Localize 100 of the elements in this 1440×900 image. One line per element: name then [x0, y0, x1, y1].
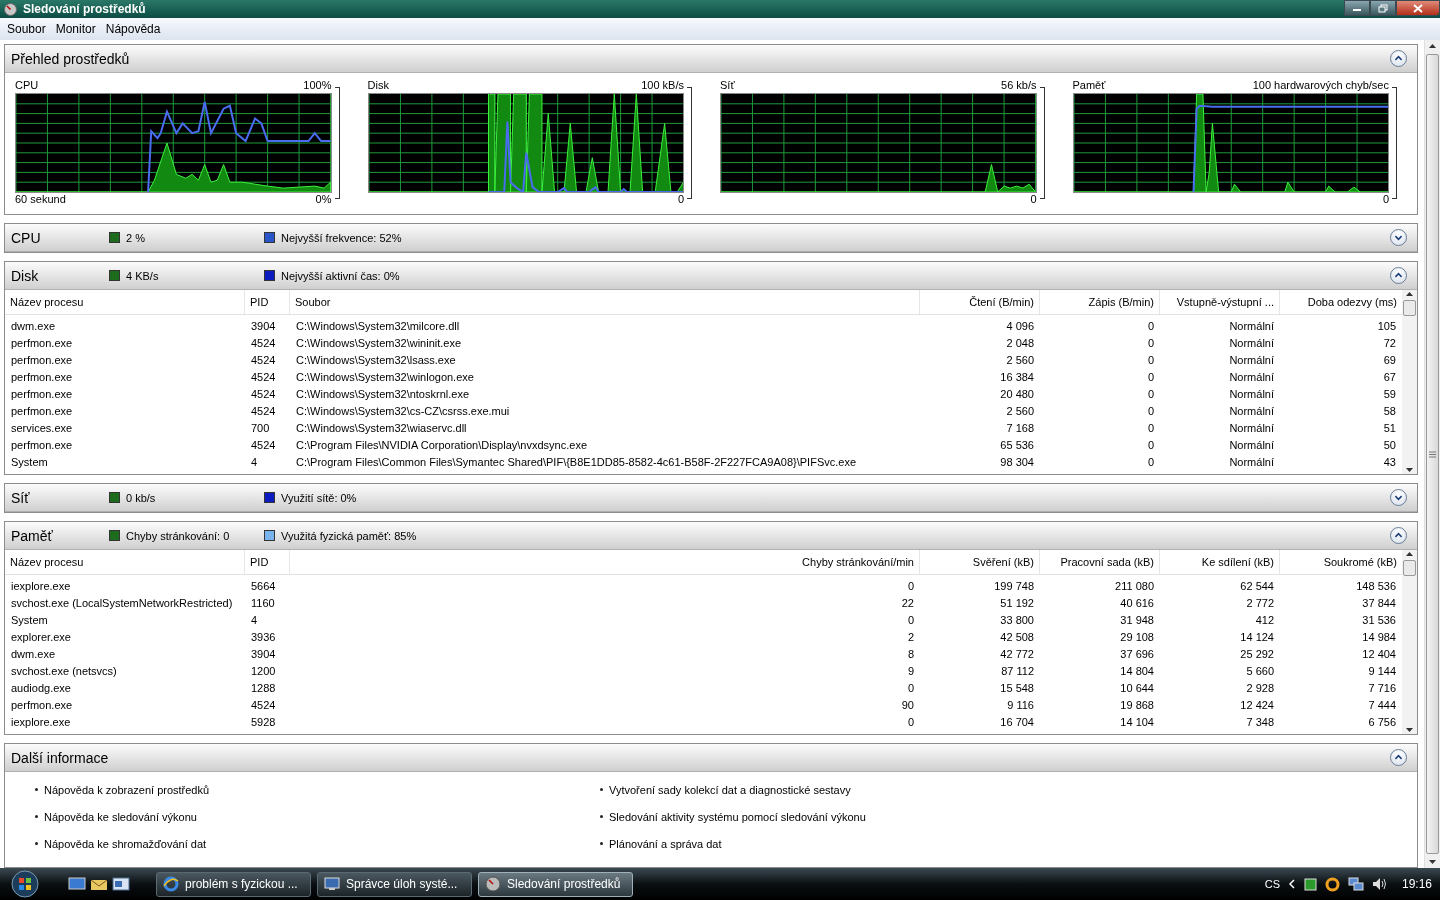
arrow-up-icon[interactable]	[1405, 550, 1414, 558]
table-cell-text: 19 868	[1119, 698, 1155, 711]
table-cell-text: 14 804	[1119, 664, 1155, 677]
expand-toggle[interactable]	[1390, 749, 1407, 766]
expand-toggle[interactable]	[1390, 489, 1407, 506]
graph-min-label: 0	[677, 193, 684, 207]
legend-label: Nejvyšší frekvence: 52%	[281, 231, 402, 244]
table-cell-text: perfmon.exe	[10, 438, 74, 451]
section-header[interactable]: Disk 4 KB/s Nejvyšší aktivní čas: 0%	[5, 262, 1417, 290]
arrow-up-icon[interactable]	[1405, 290, 1414, 298]
table-cell-text: 1200	[250, 664, 277, 677]
table-cell-text: 2	[906, 630, 915, 643]
expand-toggle[interactable]	[1390, 229, 1407, 246]
legend-label: 2 %	[126, 231, 145, 244]
table-cell-text: svchost.exe (LocalSystemNetworkRestricted)	[10, 596, 234, 609]
table-cell-text: 2 772	[1245, 596, 1275, 609]
column-header[interactable]: Název procesu	[5, 290, 245, 314]
table-cell-text: iexplore.exe	[10, 715, 72, 728]
table-cell-text: 9 116	[1006, 698, 1035, 711]
taskbar-button[interactable]: Sledování prostředků	[478, 871, 633, 897]
column-header[interactable]: PID	[245, 550, 290, 574]
bullet-icon	[35, 788, 38, 791]
arrow-down-icon[interactable]	[1405, 726, 1414, 734]
table-cell-text: 4	[250, 613, 259, 626]
network-icon[interactable]	[1347, 876, 1364, 892]
restore-button[interactable]	[1370, 0, 1396, 16]
section-header[interactable]: Síť 0 kb/s Využití sítě: 0%	[5, 484, 1417, 512]
help-link[interactable]: Nápověda k zobrazení prostředků	[44, 783, 210, 796]
table-cell-text: 2 560	[1005, 353, 1035, 366]
help-link[interactable]: Vytvoření sady kolekcí dat a diagnostické sestavy	[609, 783, 851, 796]
scroll-thumb[interactable]	[1403, 300, 1416, 316]
help-link[interactable]: Nápověda ke sledování výkonu	[44, 810, 197, 823]
chevron-icon[interactable]	[1287, 879, 1296, 889]
column-header[interactable]: Soubor	[290, 290, 920, 314]
scrollbar[interactable]	[1424, 40, 1440, 868]
table-cell-text: dwm.exe	[10, 319, 57, 332]
help-link[interactable]: Plánování a správa dat	[609, 837, 722, 850]
table-cell-text: 700	[250, 421, 271, 434]
table-cell-text: 0	[1146, 353, 1155, 366]
column-header[interactable]: Doba odezvy (ms)	[1280, 290, 1402, 314]
section-header[interactable]: Přehled prostředků	[5, 45, 1417, 73]
table-cell-text: 4524	[250, 336, 277, 349]
table-cell-text: Normální	[1228, 319, 1275, 332]
monitor-icon[interactable]	[68, 876, 86, 892]
column-header[interactable]: Chyby stránkování/min	[290, 550, 920, 574]
column-header[interactable]: Svěření (kB)	[920, 550, 1040, 574]
expand-toggle[interactable]	[1390, 50, 1407, 67]
scrollbar[interactable]	[1402, 290, 1417, 474]
help-link[interactable]: Nápověda ke shromažďování dat	[44, 837, 207, 850]
scroll-thumb[interactable]	[1426, 54, 1439, 854]
arrow-down-icon[interactable]	[1405, 466, 1414, 474]
table-cell-text: Normální	[1228, 421, 1275, 434]
column-header[interactable]: Ke sdílení (kB)	[1160, 550, 1280, 574]
taskbar-button[interactable]: Správce úloh systé...	[317, 871, 472, 897]
table-cell-text: 16 384	[999, 370, 1035, 383]
table-cell-text: 22	[900, 596, 915, 609]
close-icon	[1413, 3, 1423, 13]
column-header[interactable]: Název procesu	[5, 550, 245, 574]
section-header[interactable]: CPU 2 % Nejvyšší frekvence: 52%	[5, 224, 1417, 252]
table-cell-text: 33 800	[999, 613, 1035, 626]
table-cell-text: Normální	[1228, 353, 1275, 366]
minimize-button[interactable]	[1344, 0, 1370, 16]
expand-toggle[interactable]	[1390, 267, 1407, 284]
bullet-icon	[35, 815, 38, 818]
table-cell-text: 25 292	[1239, 647, 1275, 660]
table-cell-text: 7 168	[1005, 421, 1035, 434]
square-icon[interactable]	[1303, 877, 1317, 891]
column-header[interactable]: Zápis (B/min)	[1040, 290, 1160, 314]
column-header[interactable]: PID	[245, 290, 290, 314]
column-header[interactable]: Pracovní sada (kB)	[1040, 550, 1160, 574]
section-title: Přehled prostředků	[11, 50, 131, 67]
table-cell-text: explorer.exe	[10, 630, 72, 643]
table-cell-text: 40 616	[1119, 596, 1155, 609]
scrollbar[interactable]	[1402, 550, 1417, 734]
column-header[interactable]: Soukromé (kB)	[1280, 550, 1402, 574]
start-button[interactable]	[8, 869, 42, 899]
menu-item[interactable]: Nápověda	[100, 22, 166, 36]
table-cell-text: Normální	[1228, 370, 1275, 383]
scroll-thumb[interactable]	[1403, 560, 1416, 576]
language-indicator[interactable]: CS	[1264, 878, 1280, 890]
section-header[interactable]: Další informace	[5, 744, 1417, 772]
close-button[interactable]	[1396, 0, 1440, 16]
ring-icon[interactable]	[1324, 876, 1340, 892]
table-cell-text: 58	[1382, 404, 1397, 417]
table-cell-text: 105	[1376, 319, 1397, 332]
column-header[interactable]: Čtení (B/min)	[920, 290, 1040, 314]
table-cell-text: C:\Windows\System32\wiaservc.dll	[295, 421, 468, 434]
menu-item[interactable]: Monitor	[50, 22, 101, 36]
speaker-icon[interactable]	[1371, 877, 1388, 891]
legend-label: Nejvyšší aktivní čas: 0%	[281, 269, 400, 282]
window-icon[interactable]	[112, 876, 130, 892]
expand-toggle[interactable]	[1390, 527, 1407, 544]
menu-item[interactable]: Soubor	[2, 22, 51, 36]
help-link[interactable]: Sledování aktivity systému pomocí sledování výkonu	[609, 810, 866, 823]
graph-min-label: 0	[1382, 193, 1389, 207]
table-cell-text: 16 704	[999, 715, 1035, 728]
table-cell-text: 0	[1146, 421, 1155, 434]
section-header[interactable]: Paměť Chyby stránkování: 0 Využitá fyzická paměť: 85%	[5, 522, 1417, 550]
column-header[interactable]: Vstupně-výstupní ...	[1160, 290, 1280, 314]
taskbar-button[interactable]: problém s fyzickou ...	[156, 871, 311, 897]
